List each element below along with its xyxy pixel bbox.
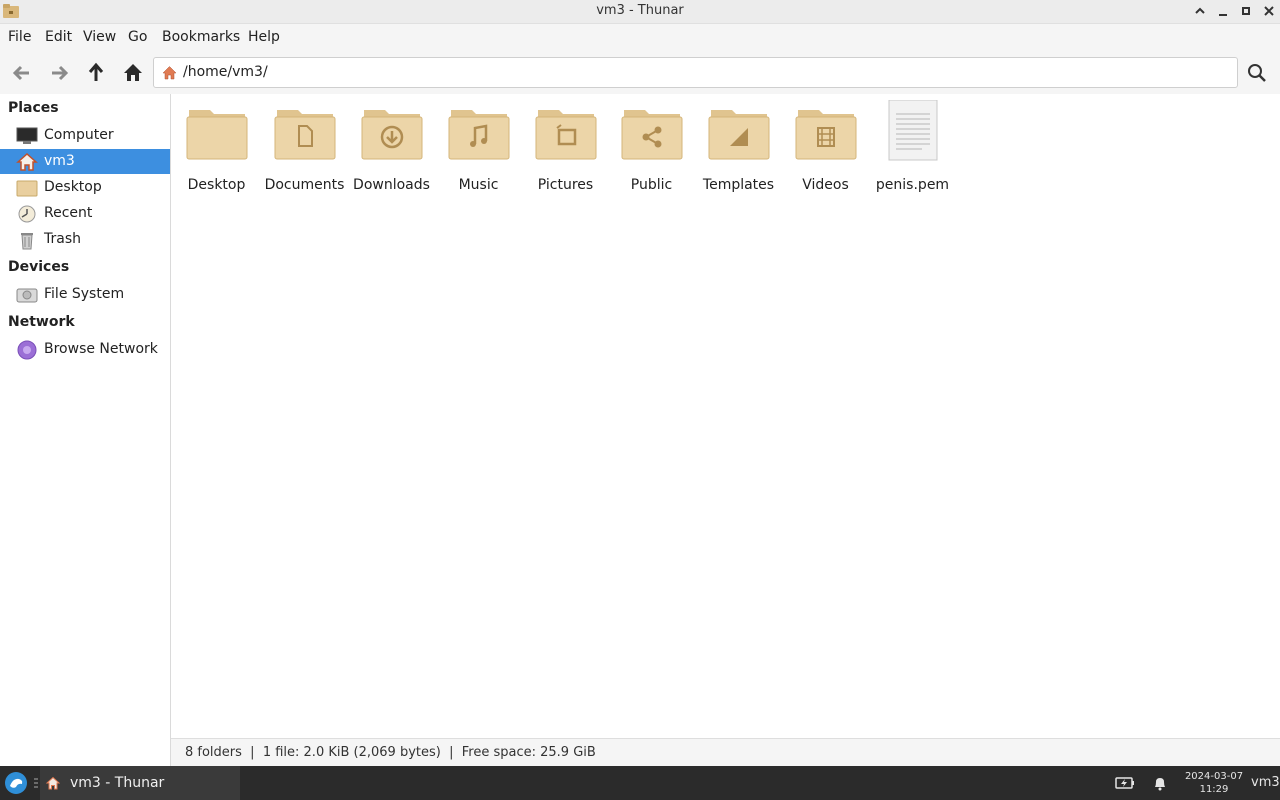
sidebar-item-label: Trash [44, 231, 81, 247]
forward-arrow-icon[interactable] [46, 60, 72, 86]
folder-public-share-icon [621, 110, 682, 160]
sidebar-item-desktop[interactable]: Desktop [0, 175, 170, 200]
sidebar-item-label: Recent [44, 205, 93, 221]
file-name: penis.pem [875, 177, 950, 193]
file-item-music[interactable]: Music [435, 100, 522, 195]
file-name: Music [458, 177, 499, 193]
text-file-icon [888, 100, 937, 161]
battery-charging-icon[interactable] [1115, 775, 1135, 791]
menu-bookmarks[interactable]: Bookmarks [160, 29, 242, 45]
sidebar: Places Computer vm3 Desktop Recent Trash… [0, 94, 171, 766]
toolbar: /home/vm3/ [0, 51, 1280, 95]
sidebar-item-computer[interactable]: Computer [0, 123, 170, 148]
devices-header: Devices [8, 259, 70, 275]
network-header: Network [8, 314, 75, 330]
menu-view[interactable]: View [81, 29, 118, 45]
menu-help[interactable]: Help [246, 29, 282, 45]
file-item-penis-pem[interactable]: penis.pem [869, 100, 956, 195]
file-name: Documents [264, 177, 345, 193]
sidebar-item-recent[interactable]: Recent [0, 201, 170, 226]
folder-videos-icon [795, 110, 856, 160]
file-name: Videos [802, 177, 849, 193]
folder-icon [186, 110, 247, 160]
folder-documents-icon [274, 110, 335, 160]
file-item-documents[interactable]: Documents [261, 100, 348, 195]
sidebar-item-file-system[interactable]: File System [0, 282, 170, 307]
menu-file[interactable]: File [6, 29, 33, 45]
close-window-icon[interactable] [1261, 3, 1277, 19]
minimize-window-icon[interactable] [1215, 3, 1231, 19]
file-item-pictures[interactable]: Pictures [522, 100, 609, 195]
file-view[interactable]: Desktop Documents Downloads Music Pictur… [171, 94, 1280, 738]
file-item-downloads[interactable]: Downloads [348, 100, 435, 195]
shade-window-icon[interactable] [1192, 3, 1208, 19]
sidebar-item-label: Desktop [44, 179, 102, 195]
folder-downloads-icon [361, 110, 422, 160]
notification-bell-icon[interactable] [1150, 775, 1170, 791]
taskbar-window-button[interactable]: vm3 - Thunar [40, 766, 240, 800]
panel-separator-icon [34, 778, 38, 788]
network-icon [17, 340, 37, 360]
menu-edit[interactable]: Edit [43, 29, 74, 45]
folder-icon [16, 180, 38, 197]
computer-icon [16, 127, 38, 144]
file-name: Public [630, 177, 673, 193]
drive-icon [16, 288, 38, 303]
sidebar-item-label: Browse Network [44, 341, 158, 357]
file-name: Desktop [187, 177, 246, 193]
file-name: Templates [702, 177, 775, 193]
file-item-videos[interactable]: Videos [782, 100, 869, 195]
user-menu[interactable]: vm3 [1251, 775, 1280, 790]
file-item-templates[interactable]: Templates [695, 100, 782, 195]
search-icon[interactable] [1246, 62, 1268, 84]
folder-music-icon [448, 110, 509, 160]
sidebar-item-vm3[interactable]: vm3 [0, 149, 170, 174]
status-text: 8 folders | 1 file: 2.0 KiB (2,069 bytes… [185, 745, 596, 760]
window-title: vm3 - Thunar [596, 3, 684, 18]
sidebar-item-label: vm3 [44, 153, 75, 169]
file-name: Downloads [353, 177, 430, 193]
clock-icon [18, 205, 36, 223]
folder-pictures-icon [535, 110, 596, 160]
maximize-window-icon[interactable] [1238, 3, 1254, 19]
location-home-icon [162, 66, 177, 80]
whisker-menu-icon[interactable] [4, 771, 28, 795]
taskbar-window-label: vm3 - Thunar [70, 775, 165, 791]
places-header: Places [8, 100, 59, 116]
menu-go[interactable]: Go [126, 29, 149, 45]
status-bar: 8 folders | 1 file: 2.0 KiB (2,069 bytes… [171, 738, 1280, 767]
clock-time: 11:29 [1199, 784, 1229, 795]
home-icon [16, 152, 38, 171]
back-arrow-icon[interactable] [9, 60, 35, 86]
home-icon [46, 776, 60, 790]
file-name: Pictures [537, 177, 594, 193]
file-item-desktop[interactable]: Desktop [173, 100, 260, 195]
taskbar: vm3 - Thunar 2024-03-07 11:29 vm3 [0, 766, 1280, 800]
folder-templates-icon [708, 110, 769, 160]
clock-date: 2024-03-07 [1184, 771, 1244, 782]
location-path[interactable]: /home/vm3/ [183, 64, 268, 80]
trash-icon [21, 233, 33, 250]
sidebar-item-trash[interactable]: Trash [0, 227, 170, 252]
sidebar-item-label: File System [44, 286, 125, 302]
parent-folder-up-icon[interactable] [83, 60, 109, 86]
menu-bar: File Edit View Go Bookmarks Help [0, 24, 1280, 51]
sidebar-item-label: Computer [44, 127, 114, 143]
sidebar-item-browse-network[interactable]: Browse Network [0, 337, 170, 362]
clock[interactable]: 2024-03-07 11:29 [1180, 770, 1248, 796]
title-bar: vm3 - Thunar [0, 0, 1280, 24]
home-icon[interactable] [120, 60, 146, 86]
file-item-public[interactable]: Public [608, 100, 695, 195]
location-bar[interactable]: /home/vm3/ [153, 57, 1238, 88]
